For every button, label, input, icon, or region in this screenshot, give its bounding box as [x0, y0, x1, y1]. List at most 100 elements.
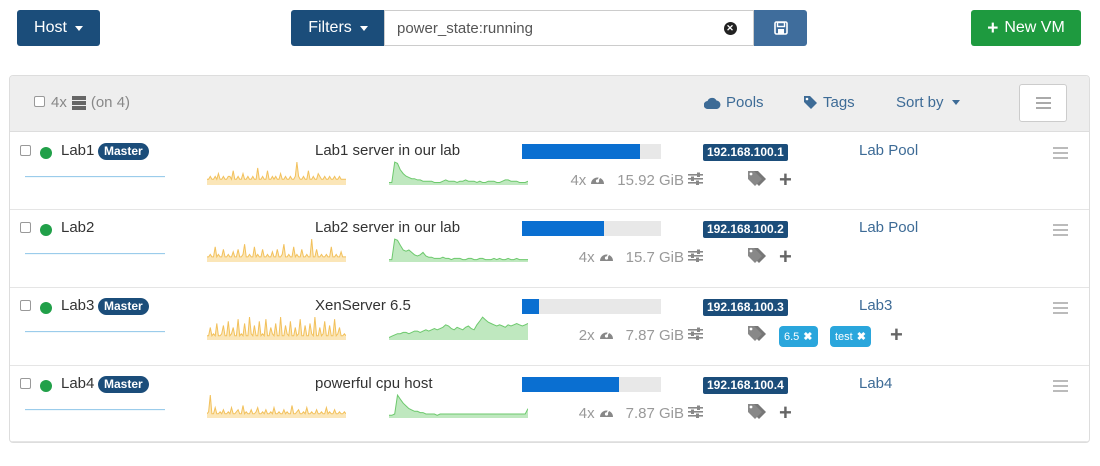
memory-usage-fill: [522, 144, 641, 159]
add-tag-button[interactable]: +: [779, 169, 792, 191]
sliders-icon[interactable]: [688, 172, 703, 189]
network-sparkline: [25, 175, 165, 192]
running-status-icon: [40, 224, 52, 236]
host-count: 4x (on 4): [51, 94, 130, 111]
remove-tag-icon[interactable]: ✖: [857, 330, 866, 343]
host-resources: 4x 7.87 GiB: [579, 405, 703, 422]
pools-filter-button[interactable]: Pools: [704, 94, 764, 111]
host-checkbox[interactable]: [20, 378, 31, 389]
caret-down-icon: [359, 25, 368, 31]
add-tag-button[interactable]: +: [779, 402, 792, 424]
host-name-link[interactable]: Lab3: [61, 297, 94, 314]
tags-label: Tags: [823, 94, 855, 111]
cpu-sparkline: [207, 238, 346, 266]
host-resources: 4x 15.7 GiB: [579, 249, 703, 266]
memory-usage-bar: [522, 221, 661, 236]
ram-size: 15.92 GiB: [617, 172, 684, 189]
host-row: Lab4 Master powerful cpu host 192.168.100.4…: [10, 366, 1089, 442]
cpu-count: 4x: [578, 405, 595, 422]
host-count-number: 4x: [51, 94, 67, 111]
new-vm-label: New VM: [1004, 19, 1065, 36]
ram-sparkline: [388, 316, 529, 344]
memory-usage-bar: [522, 377, 661, 392]
caret-down-icon: [74, 25, 83, 31]
host-row: Lab1 Master Lab1 server in our lab 192.168.…: [10, 133, 1089, 210]
host-dropdown-button[interactable]: Host: [17, 10, 100, 46]
filter-input[interactable]: power_state:running: [384, 10, 708, 46]
host-resources: 4x 15.92 GiB: [570, 172, 703, 189]
host-pool-link[interactable]: Lab3: [859, 297, 892, 314]
ram-size: 7.87 GiB: [625, 327, 684, 344]
hamburger-icon: [1035, 97, 1051, 99]
tags-filter-button[interactable]: Tags: [803, 94, 855, 111]
save-filter-button[interactable]: [754, 10, 807, 46]
host-pool-link[interactable]: Lab Pool: [859, 219, 918, 236]
host-resources: 2x 7.87 GiB: [579, 327, 703, 344]
host-description: XenServer 6.5: [315, 297, 411, 314]
host-pool-link[interactable]: Lab4: [859, 375, 892, 392]
tags-icon: [747, 170, 771, 192]
server-icon: [71, 95, 86, 110]
host-checkbox[interactable]: [20, 300, 31, 311]
floppy-disk-icon: [773, 21, 788, 35]
sliders-icon[interactable]: [688, 249, 703, 266]
cloud-icon: [704, 97, 721, 109]
tag-pill: 6.5 ✖: [779, 326, 818, 347]
host-name-link[interactable]: Lab4: [61, 375, 94, 392]
host-row: Lab2 Lab2 server in our lab 192.168.100.2 L…: [10, 210, 1089, 288]
tags-icon: [747, 247, 771, 269]
host-row-menu-button[interactable]: [1053, 380, 1068, 392]
add-tag-button[interactable]: +: [779, 246, 792, 268]
filters-dropdown-button[interactable]: Filters: [291, 10, 385, 46]
add-tag-button[interactable]: +: [890, 324, 903, 346]
host-name-link[interactable]: Lab2: [61, 219, 94, 236]
cpu-count: 4x: [578, 249, 595, 266]
host-name-link[interactable]: Lab1: [61, 142, 94, 159]
sort-by-dropdown[interactable]: Sort by: [896, 94, 960, 111]
select-all-checkbox[interactable]: [34, 96, 45, 107]
memory-usage-fill: [522, 299, 539, 314]
running-status-icon: [40, 302, 52, 314]
cpu-sparkline: [206, 394, 347, 422]
remove-tag-icon[interactable]: ✖: [803, 330, 812, 343]
hamburger-icon: [1053, 302, 1068, 304]
host-pool-link[interactable]: Lab Pool: [859, 142, 918, 159]
memory-usage-bar: [522, 299, 661, 314]
host-description: Lab1 server in our lab: [315, 142, 461, 159]
host-checkbox[interactable]: [20, 222, 31, 233]
host-row: Lab3 Master XenServer 6.5 192.168.100.3 Lab3…: [10, 288, 1089, 366]
hamburger-icon: [1053, 380, 1068, 382]
host-description: powerful cpu host: [315, 375, 433, 392]
host-description: Lab2 server in our lab: [315, 219, 461, 236]
master-badge: Master: [98, 376, 149, 393]
sliders-icon[interactable]: [688, 405, 703, 422]
host-count-on: (on 4): [90, 94, 131, 111]
host-ip-badge: 192.168.100.2: [703, 221, 788, 238]
tags-icon: [747, 325, 771, 347]
running-status-icon: [40, 147, 52, 159]
host-ip-badge: 192.168.100.4: [703, 377, 788, 394]
hamburger-icon: [1053, 224, 1068, 226]
network-sparkline: [25, 252, 165, 269]
host-row-menu-button[interactable]: [1053, 147, 1068, 159]
network-sparkline: [25, 330, 165, 347]
running-status-icon: [40, 380, 52, 392]
clear-filter-button[interactable]: ✕: [707, 10, 754, 46]
tag-pill: test ✖: [830, 326, 871, 347]
host-row-menu-button[interactable]: [1053, 302, 1068, 314]
dashboard-icon: [599, 327, 614, 344]
tag-label: test: [835, 330, 853, 343]
host-ip-badge: 192.168.100.3: [703, 299, 788, 316]
tags-icon: [747, 403, 771, 425]
sliders-icon[interactable]: [688, 327, 703, 344]
host-checkbox[interactable]: [20, 145, 31, 156]
dashboard-icon: [599, 249, 614, 266]
host-button-label: Host: [34, 19, 67, 36]
new-vm-button[interactable]: + New VM: [971, 10, 1081, 46]
master-badge: Master: [98, 143, 149, 160]
host-ip-badge: 192.168.100.1: [703, 144, 788, 161]
cpu-sparkline: [207, 316, 347, 344]
bulk-actions-menu-button[interactable]: [1019, 84, 1067, 122]
host-row-menu-button[interactable]: [1053, 224, 1068, 236]
filters-button-label: Filters: [308, 19, 352, 36]
